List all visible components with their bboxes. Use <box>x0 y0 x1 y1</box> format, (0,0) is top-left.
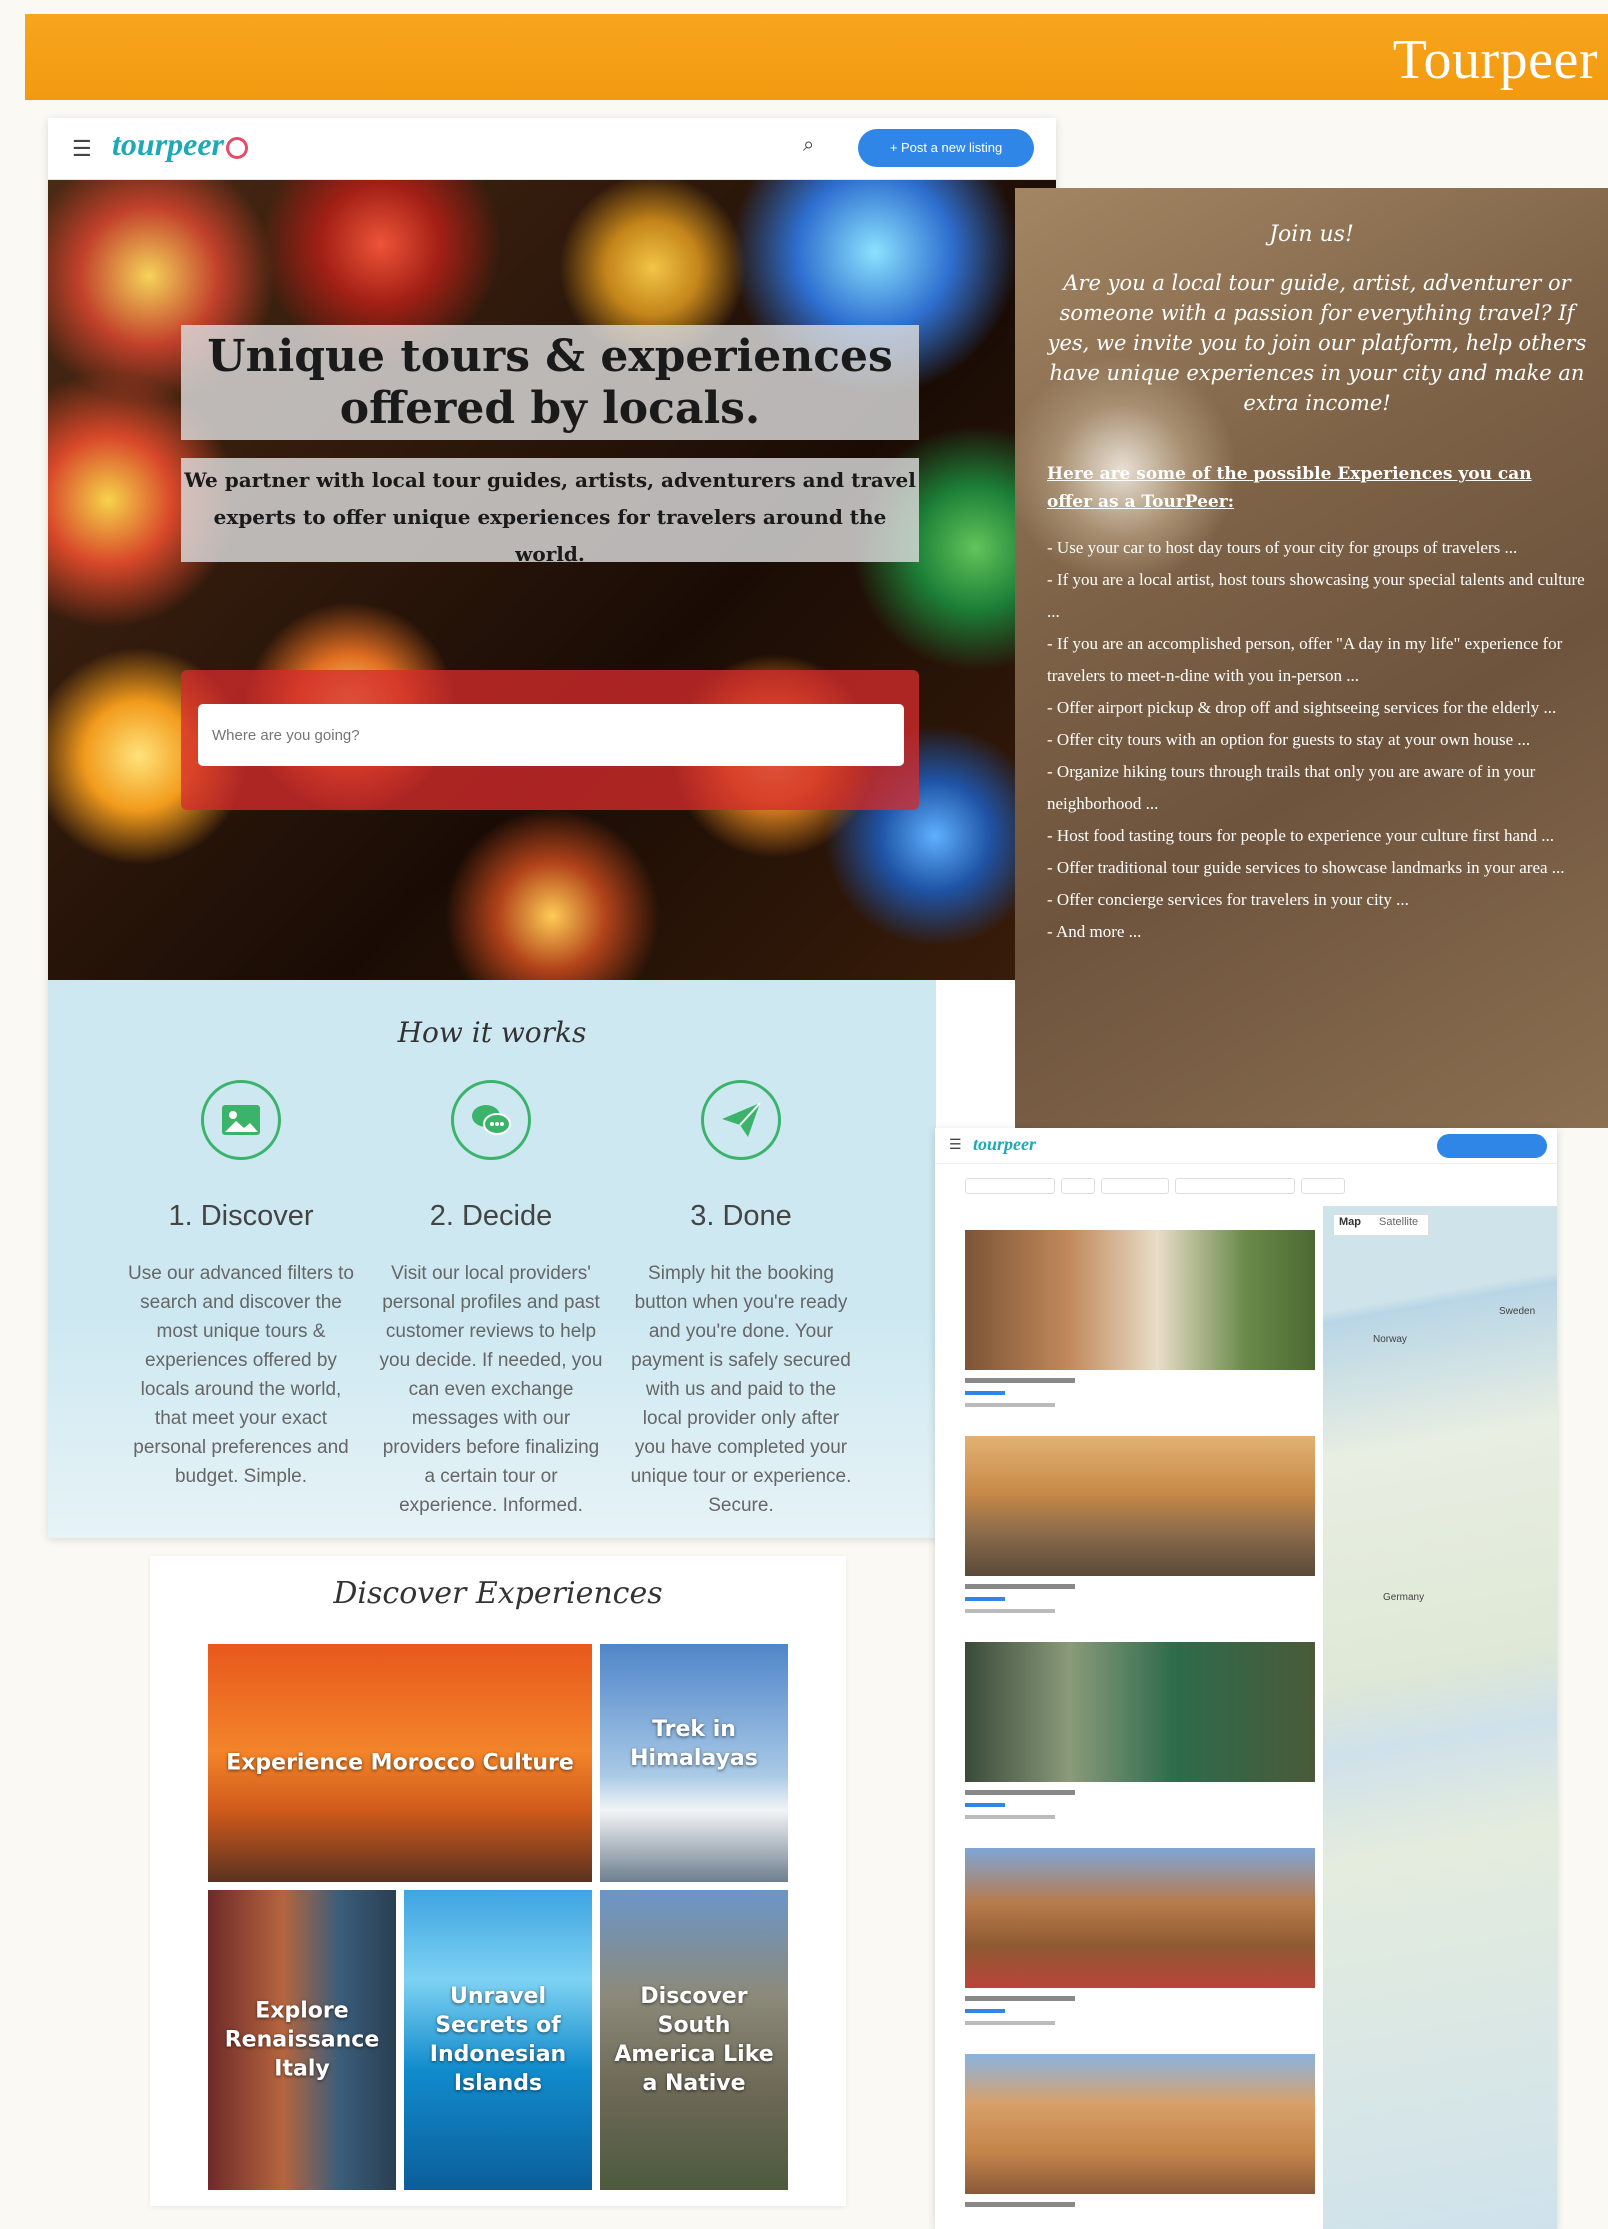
listing-title <box>965 1996 1075 2001</box>
step-title: 2. Decide <box>429 1200 553 1232</box>
filter-dropdown[interactable] <box>965 1178 1055 1194</box>
how-it-works-section: How it works 1. Discover Use our advance… <box>48 980 936 1538</box>
listing-title <box>965 2202 1075 2207</box>
how-title: How it works <box>397 1016 587 1049</box>
listing-card[interactable] <box>965 2054 1315 2207</box>
list-item: - Offer airport pickup & drop off and si… <box>1047 698 1557 717</box>
filter-category[interactable] <box>1101 1178 1169 1194</box>
discover-experiences-section: Discover Experiences Experience Morocco … <box>150 1556 846 2206</box>
tile-indonesia[interactable]: Unravel Secrets of Indonesian Islands <box>404 1890 592 2190</box>
pin-icon <box>226 136 248 159</box>
chat-icon <box>451 1080 531 1160</box>
listing-card[interactable] <box>965 1436 1315 1613</box>
step-description: Simply hit the booking button when you'r… <box>630 1263 852 1516</box>
results-nav: ☰ tourpeer <box>935 1128 1557 1164</box>
step-decide: 2. Decide Visit our local providers' per… <box>376 1080 606 1520</box>
listing-card[interactable] <box>965 1642 1315 1819</box>
map-label: Germany <box>1383 1592 1425 1603</box>
listing-host <box>965 1403 1055 1407</box>
step-discover: 1. Discover Use our advanced filters to … <box>126 1080 356 1491</box>
page: Tourpeer ☰ tourpeer ⌕ + Post a new listi… <box>0 0 1608 2229</box>
hero-title: Unique tours & experiences offered by lo… <box>207 331 893 434</box>
hero-subtitle: We partner with local tour guides, artis… <box>184 468 916 566</box>
tile-south-america[interactable]: Discover South America Like a Native <box>600 1890 788 2190</box>
map-label: Norway <box>1373 1334 1407 1345</box>
experiences-heading[interactable]: Here are some of the possible Experience… <box>1047 460 1567 516</box>
search-results-screenshot: ☰ tourpeer Map Satellite Sweden Norway G… <box>935 1128 1557 2229</box>
listing-image <box>965 1642 1315 1782</box>
brand-name: Tourpeer <box>1392 29 1598 91</box>
join-title: Join us! <box>1269 222 1354 247</box>
listing-price <box>965 1597 1005 1601</box>
post-listing-button[interactable]: + Post a new listing <box>858 129 1034 167</box>
tile-morocco[interactable]: Experience Morocco Culture <box>208 1644 592 1882</box>
listing-title <box>965 1790 1075 1795</box>
tile-label: Explore Renaissance Italy <box>224 1998 380 2082</box>
tile-label: Unravel Secrets of Indonesian Islands <box>429 1984 567 2096</box>
listing-image <box>965 1436 1315 1576</box>
step-description: Visit our local providers' personal prof… <box>379 1263 603 1516</box>
tile-italy[interactable]: Explore Renaissance Italy <box>208 1890 396 2190</box>
logo[interactable]: tourpeer <box>973 1134 1036 1155</box>
map-tab[interactable]: Map <box>1339 1216 1361 1228</box>
tile-himalayas[interactable]: Trek in Himalayas <box>600 1644 788 1882</box>
top-banner: Tourpeer <box>25 14 1608 100</box>
list-item: - And more ... <box>1047 922 1142 941</box>
listing-image <box>965 1848 1315 1988</box>
tile-label: Trek in Himalayas <box>630 1716 758 1771</box>
filter-more[interactable] <box>1301 1178 1345 1194</box>
logo-text: tourpeer <box>112 126 224 162</box>
join-description: Are you a local tour guide, artist, adve… <box>1047 271 1587 415</box>
paper-plane-icon <box>701 1080 781 1160</box>
logo[interactable]: tourpeer <box>112 126 248 163</box>
list-item: - Use your car to host day tours of your… <box>1047 538 1518 557</box>
map-label: Sweden <box>1499 1306 1536 1317</box>
listing-host <box>965 1815 1055 1819</box>
hero-section: Unique tours & experiences offered by lo… <box>48 180 1056 980</box>
experience-list: - Use your car to host day tours of your… <box>1047 532 1587 948</box>
location-search-input[interactable] <box>198 704 904 766</box>
join-us-panel: Join us! Are you a local tour guide, art… <box>1015 188 1608 1128</box>
filter-price[interactable] <box>1061 1178 1095 1194</box>
listing-price <box>965 1803 1005 1807</box>
list-item: - Offer city tours with an option for gu… <box>1047 730 1531 749</box>
image-icon <box>201 1080 281 1160</box>
list-item: - If you are a local artist, host tours … <box>1047 570 1585 621</box>
tile-label: Discover South America Like a Native <box>614 1984 774 2096</box>
step-title: 3. Done <box>690 1200 792 1232</box>
post-listing-button[interactable] <box>1437 1134 1547 1158</box>
listing-image <box>965 1230 1315 1370</box>
listing-host <box>965 1609 1055 1613</box>
step-title: 1. Discover <box>168 1200 314 1232</box>
step-description: Use our advanced filters to search and d… <box>127 1263 354 1487</box>
top-nav: ☰ tourpeer ⌕ + Post a new listing <box>48 118 1056 180</box>
listing-title <box>965 1378 1075 1383</box>
menu-icon[interactable]: ☰ <box>72 136 92 162</box>
list-item: - Host food tasting tours for people to … <box>1047 826 1555 845</box>
list-item: - If you are an accomplished person, off… <box>1047 634 1563 685</box>
listing-card[interactable] <box>965 1848 1315 2025</box>
list-item: - Organize hiking tours through trails t… <box>1047 762 1536 813</box>
results-map[interactable]: Map Satellite Sweden Norway Germany <box>1323 1206 1557 2229</box>
listing-host <box>965 2021 1055 2025</box>
filter-languages[interactable] <box>1175 1178 1295 1194</box>
listing-card[interactable] <box>965 1230 1315 1407</box>
search-icon[interactable]: ⌕ <box>803 134 814 157</box>
listing-title <box>965 1584 1075 1589</box>
step-done: 3. Done Simply hit the booking button wh… <box>626 1080 856 1520</box>
discover-title: Discover Experiences <box>333 1576 663 1611</box>
satellite-tab[interactable]: Satellite <box>1379 1216 1418 1228</box>
tile-label: Experience Morocco Culture <box>226 1750 574 1776</box>
menu-icon[interactable]: ☰ <box>949 1136 962 1153</box>
listing-image <box>965 2054 1315 2194</box>
listing-price <box>965 2009 1005 2013</box>
list-item: - Offer concierge services for travelers… <box>1047 890 1409 909</box>
listing-price <box>965 1391 1005 1395</box>
list-item: - Offer traditional tour guide services … <box>1047 858 1565 877</box>
website-screenshot: ☰ tourpeer ⌕ + Post a new listing Unique… <box>48 118 1056 1538</box>
filter-bar <box>935 1166 1557 1230</box>
